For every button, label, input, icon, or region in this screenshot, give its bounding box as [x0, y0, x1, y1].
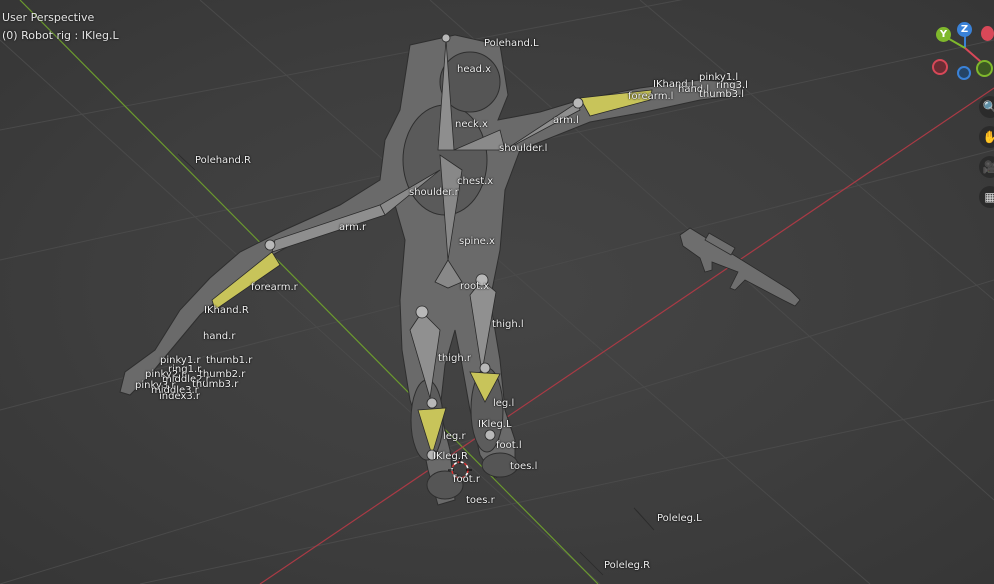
y-axis-line [19, 0, 599, 584]
gizmo-z-axis[interactable]: Z [957, 22, 972, 37]
view-perspective-label: User Perspective [2, 11, 95, 24]
bone-label-poleleg-r: Poleleg.R [604, 560, 651, 571]
bone-label-polehand-l: Polehand.L [484, 38, 539, 49]
active-object-label: (0) Robot rig : IKleg.L [2, 29, 119, 42]
bone-label-neck: neck.x [455, 119, 488, 130]
bone-label-head: head.x [457, 64, 492, 75]
gizmo-x-axis[interactable] [981, 26, 994, 41]
camera-icon[interactable]: 🎥 [979, 156, 994, 178]
bone-label-forearm-l: forearm.l [628, 91, 674, 102]
zoom-icon[interactable]: 🔍 [979, 96, 994, 118]
bone-label-ikleg-r: IKleg.R [433, 451, 468, 462]
bone-label-thumb1-r: thumb1.r [206, 355, 253, 366]
bone-label-shoulder-l: shoulder.l [499, 143, 548, 154]
bone-label-root: root.x [460, 281, 490, 292]
bone-label-ikhand-r: IKhand.R [204, 305, 249, 316]
gizmo-neg-x-axis[interactable] [932, 59, 948, 75]
bone-label-spine: spine.x [459, 236, 495, 247]
hand-icon[interactable]: ✋ [979, 126, 994, 148]
bone-label-leg-r: leg.r [443, 431, 466, 442]
gizmo-neg-y-axis[interactable] [976, 60, 993, 77]
gizmo-neg-z-axis[interactable] [957, 66, 971, 80]
bone-label-poleleg-l: Poleleg.L [657, 513, 702, 524]
bone-label-foot-r: foot.r [453, 474, 480, 485]
bone-label-forearm-r: forearm.r [251, 282, 298, 293]
3d-viewport[interactable]: User Perspective (0) Robot rig : IKleg.L… [0, 0, 994, 584]
bone-label-chest: chest.x [457, 176, 494, 187]
x-axis-line [259, 87, 994, 584]
viewport-grid [0, 0, 994, 584]
bone-label-ikleg-l: IKleg.L [478, 419, 512, 430]
bone-label-hand-r: hand.r [203, 331, 236, 342]
bone-label-arm-r: arm.r [339, 222, 367, 233]
bone-label-toes-r: toes.r [466, 495, 495, 506]
bone-label-polehand-r: Polehand.R [195, 155, 252, 166]
rifle-model[interactable] [679, 227, 801, 307]
bone-label-thumb-l: thumb3.l [699, 89, 745, 100]
gizmo-y-axis[interactable]: Y [936, 27, 951, 42]
bone-label-leg-l: leg.l [493, 398, 515, 409]
bone-label-thigh-l: thigh.l [492, 319, 524, 330]
grid-icon[interactable]: ▦ [979, 186, 994, 208]
bone-label-shoulder-r: shoulder.r [409, 187, 459, 198]
bone-label-foot-l: foot.l [496, 440, 522, 451]
bone-label-arm-l: arm.l [553, 115, 579, 126]
bone-label-thigh-r: thigh.r [438, 353, 472, 364]
bone-label-index3-r: index3.r [159, 391, 201, 402]
bone-label-toes-l: toes.l [510, 461, 538, 472]
